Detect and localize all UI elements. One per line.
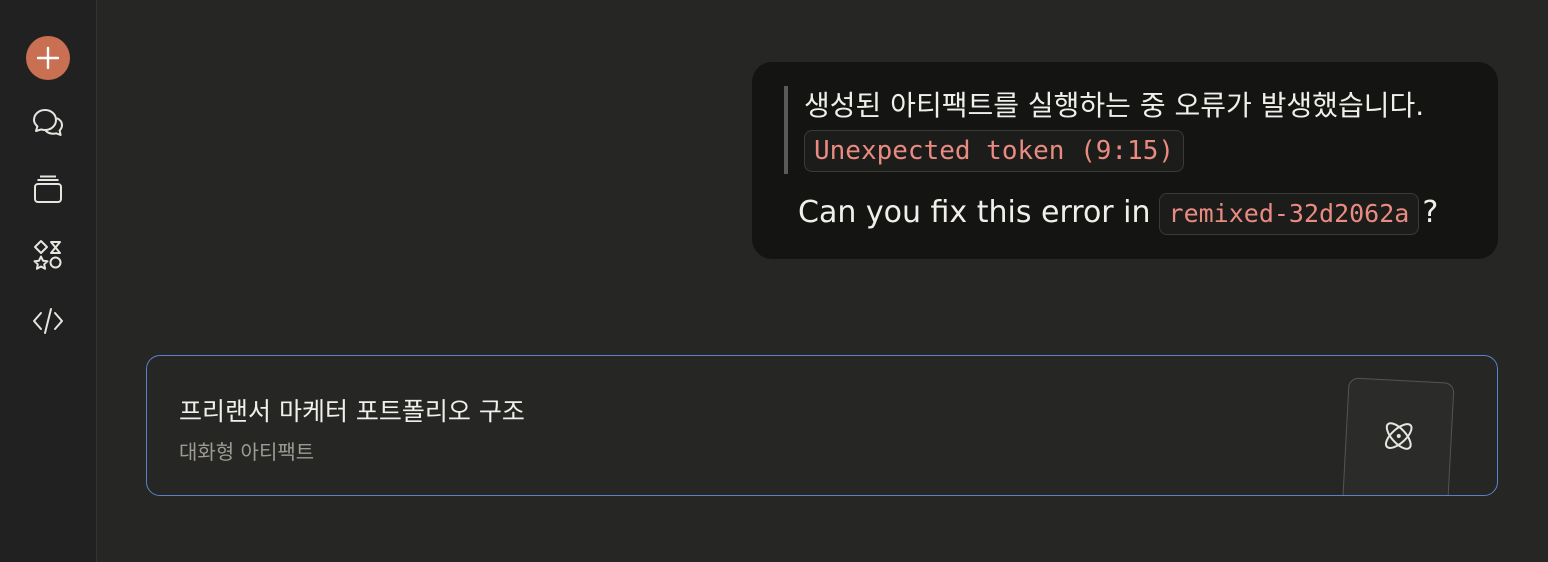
fix-request-suffix: ? [1422, 195, 1439, 230]
projects-icon [34, 175, 62, 203]
chats-icon [33, 109, 63, 136]
artifact-id-code: remixed-32d2062a [1158, 192, 1420, 235]
atom-icon [1384, 422, 1413, 450]
error-code: Unexpected token (9:15) [804, 130, 1185, 172]
plus-icon [36, 46, 60, 70]
error-quote: 생성된 아티팩트를 실행하는 중 오류가 발생했습니다. Unexpected … [784, 86, 1464, 174]
sidebar-item-code[interactable] [26, 299, 70, 343]
fix-request-text: Can you fix this error in [798, 195, 1151, 230]
new-chat-button[interactable] [26, 36, 70, 80]
artifact-title: 프리랜서 마케터 포트폴리오 구조 [179, 397, 525, 426]
sidebar-item-chats[interactable] [26, 101, 70, 145]
artifact-preview-thumbnail [1341, 377, 1455, 495]
chat-area: 생성된 아티팩트를 실행하는 중 오류가 발생했습니다. Unexpected … [98, 0, 1548, 562]
artifact-card[interactable]: 프리랜서 마케터 포트폴리오 구조 대화형 아티팩트 [146, 355, 1498, 496]
sidebar-item-projects[interactable] [26, 167, 70, 211]
sidebar-item-artifacts[interactable] [26, 233, 70, 277]
fix-request: Can you fix this error in remixed-32d2062… [798, 192, 1438, 235]
sidebar [0, 0, 97, 562]
error-message: 생성된 아티팩트를 실행하는 중 오류가 발생했습니다. [804, 89, 1425, 122]
artifacts-icon [33, 240, 62, 270]
artifact-subtitle: 대화형 아티팩트 [179, 440, 315, 464]
user-message-bubble: 생성된 아티팩트를 실행하는 중 오류가 발생했습니다. Unexpected … [752, 62, 1498, 259]
code-icon [33, 308, 63, 334]
